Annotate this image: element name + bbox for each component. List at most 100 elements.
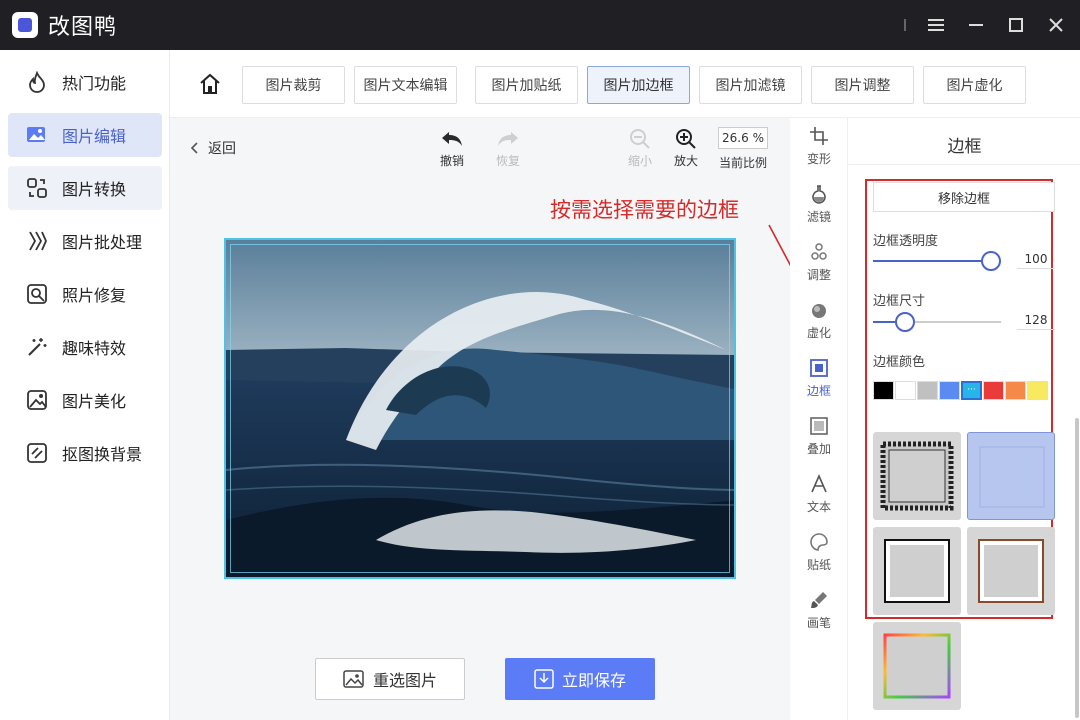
remove-border-button[interactable]: 移除边框 [873, 182, 1055, 212]
size-slider-handle[interactable] [895, 312, 915, 332]
vtool-text[interactable]: 文本 [790, 470, 848, 522]
back-label: 返回 [208, 141, 236, 157]
minimize-button[interactable] [956, 0, 996, 50]
color-swatch[interactable] [1027, 381, 1048, 400]
opacity-slider[interactable] [873, 251, 1001, 271]
annotation-text: 按需选择需要的边框 [550, 198, 739, 222]
color-swatch[interactable] [1005, 381, 1026, 400]
vtool-label: 虚化 [806, 326, 831, 340]
border-style-soft[interactable] [967, 432, 1055, 520]
magic-wand-icon [26, 336, 48, 358]
menu-button[interactable] [916, 0, 956, 50]
size-value[interactable]: 128 [1017, 313, 1055, 330]
back-button[interactable]: 返回 [188, 138, 236, 158]
tab-sticker[interactable]: 图片加贴纸 [475, 66, 578, 104]
vtool-filter[interactable]: 滤镜 [790, 180, 848, 232]
image-icon [343, 670, 364, 688]
border-style-rainbow[interactable] [873, 622, 961, 710]
size-slider[interactable] [873, 312, 1001, 332]
batch-icon [26, 230, 48, 252]
app-title: 改图鸭 [48, 15, 118, 40]
menu-icon [928, 19, 944, 31]
flame-icon [26, 71, 48, 93]
sidebar-item-beautify[interactable]: 图片美化 [8, 378, 162, 422]
sidebar-item-image-edit[interactable]: 图片编辑 [8, 113, 162, 157]
vtool-sticker[interactable]: 贴纸 [790, 528, 848, 580]
tab-adjust[interactable]: 图片调整 [811, 66, 914, 104]
save-now-button[interactable]: 立即保存 [505, 658, 655, 700]
cutout-icon [26, 442, 48, 464]
border-style-classic[interactable] [873, 527, 961, 615]
download-icon [534, 669, 554, 689]
zoom-value[interactable]: 26.6 % [718, 127, 768, 149]
sidebar-item-cutout[interactable]: 抠图换背景 [8, 431, 162, 475]
tab-crop[interactable]: 图片裁剪 [242, 66, 345, 104]
panel-title: 边框 [947, 137, 982, 157]
redo-button[interactable]: 恢复 [488, 126, 528, 169]
wood-frame-icon [978, 539, 1044, 603]
vtool-label: 边框 [806, 384, 831, 398]
sidebar-item-batch[interactable]: 图片批处理 [8, 219, 162, 263]
color-swatch[interactable] [983, 381, 1004, 400]
vtool-transform[interactable]: 变形 [790, 122, 848, 174]
title-bar: 改图鸭 [0, 0, 1080, 50]
vtool-label: 调整 [806, 268, 831, 282]
reselect-image-button[interactable]: 重选图片 [315, 658, 465, 700]
sidebar-item-hot[interactable]: 热门功能 [8, 60, 162, 104]
sidebar-item-repair[interactable]: 照片修复 [8, 272, 162, 316]
maximize-icon [1009, 18, 1023, 32]
color-swatch[interactable] [917, 381, 938, 400]
close-icon [1049, 18, 1063, 32]
adjust-icon [809, 238, 829, 266]
blur-icon [809, 296, 829, 324]
color-swatch[interactable] [895, 381, 916, 400]
vtool-overlay[interactable]: 叠加 [790, 412, 848, 464]
opacity-slider-handle[interactable] [981, 251, 1001, 271]
tab-blur[interactable]: 图片虚化 [923, 66, 1026, 104]
panel-scrollbar[interactable] [1075, 418, 1079, 718]
app-logo-icon [12, 12, 38, 38]
panel-divider [849, 164, 1080, 165]
sidebar-item-label: 图片美化 [62, 392, 127, 411]
vtool-brush[interactable]: 画笔 [790, 586, 848, 638]
text-icon [809, 470, 829, 498]
close-button[interactable] [1036, 0, 1076, 50]
sidebar-item-convert[interactable]: 图片转换 [8, 166, 162, 210]
color-swatch[interactable]: ··· [961, 381, 982, 400]
sidebar-item-label: 照片修复 [62, 286, 127, 305]
border-style-film[interactable] [873, 432, 961, 520]
rainbow-frame-icon [883, 633, 951, 699]
tab-border[interactable]: 图片加边框 [587, 66, 690, 104]
zoom-in-label: 放大 [673, 154, 698, 168]
border-style-wood[interactable] [967, 527, 1055, 615]
vtool-label: 画笔 [806, 616, 831, 630]
undo-button[interactable]: 撤销 [432, 126, 472, 169]
redo-icon [496, 126, 520, 152]
sidebar-item-label: 热门功能 [62, 74, 127, 93]
color-swatch[interactable] [873, 381, 894, 400]
opacity-value[interactable]: 100 [1017, 252, 1055, 269]
tab-text-edit[interactable]: 图片文本编辑 [354, 66, 457, 104]
reselect-label: 重选图片 [372, 671, 437, 690]
sidebar-item-effects[interactable]: 趣味特效 [8, 325, 162, 369]
color-swatch[interactable] [939, 381, 960, 400]
sidebar-item-label: 图片转换 [62, 180, 127, 199]
home-button[interactable] [198, 72, 222, 96]
function-tabs: 图片裁剪 图片文本编辑 图片加贴纸 图片加边框 图片加滤镜 图片调整 图片虚化 [170, 50, 1080, 118]
sticker-icon [809, 528, 829, 556]
vertical-toolbar: 变形 滤镜 调整 虚化 边框 叠加 文本 贴纸 画笔 [790, 118, 848, 720]
vtool-adjust[interactable]: 调整 [790, 238, 848, 290]
image-edit-icon [26, 124, 48, 146]
zoom-caption: 当前比例 [719, 156, 768, 170]
undo-icon [440, 126, 464, 152]
vtool-border[interactable]: 边框 [790, 354, 848, 406]
zoom-in-button[interactable]: 放大 [666, 126, 706, 169]
tab-filter[interactable]: 图片加滤镜 [699, 66, 802, 104]
maximize-button[interactable] [996, 0, 1036, 50]
zoom-out-button[interactable]: 缩小 [620, 126, 660, 169]
wave-photo [224, 238, 736, 579]
undo-label: 撤销 [439, 154, 464, 168]
vtool-blur[interactable]: 虚化 [790, 296, 848, 348]
canvas-area: 返回 撤销 恢复 缩小 放大 26.6 % 当前比例 按需选择需要的边框 重选图… [170, 118, 816, 720]
save-label: 立即保存 [561, 671, 626, 690]
